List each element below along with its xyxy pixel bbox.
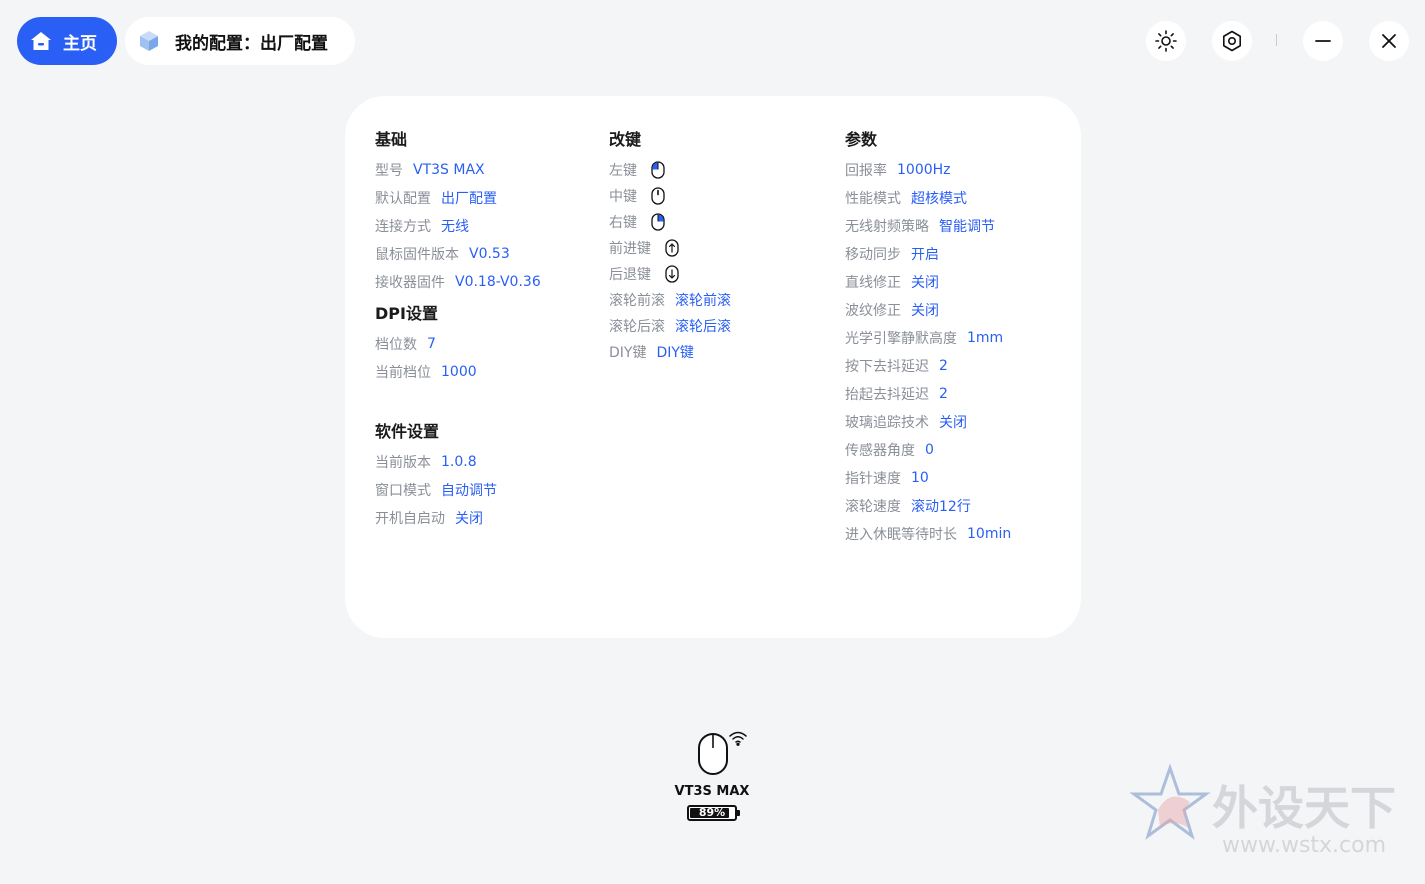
mouse-right-icon: [651, 213, 665, 231]
settings-button[interactable]: [1212, 21, 1252, 61]
software-row-version: 当前版本 1.0.8: [375, 454, 477, 471]
theme-button[interactable]: [1146, 21, 1186, 61]
param-row-glass-tracking: 玻璃追踪技术 关闭: [845, 415, 967, 431]
config-selector[interactable]: 我的配置：出厂配置: [125, 17, 355, 65]
device-status[interactable]: VT3S MAX 89%: [662, 728, 762, 828]
param-row-angle-snapping: 直线修正 关闭: [845, 275, 939, 291]
battery-cap: [737, 810, 740, 816]
param-row-press-debounce: 按下去抖延迟 2: [845, 358, 948, 375]
watermark-logo: 外设天下 www.wstx.com: [1130, 763, 1396, 858]
device-name: VT3S MAX: [674, 784, 750, 799]
svg-text:外设天下: 外设天下: [1212, 781, 1396, 835]
mouse-forward-icon: [665, 239, 679, 257]
param-row-sleep-timeout: 进入休眠等待时长 10min: [845, 526, 1012, 543]
key-row-left: 左键: [609, 160, 665, 180]
home-icon: [31, 32, 51, 50]
basic-title: 基础: [375, 130, 408, 149]
dpi-row-current: 当前档位 1000: [375, 364, 477, 381]
param-row-lift-off: 光学引擎静默高度 1mm: [845, 330, 1004, 347]
software-row-window-mode: 窗口模式 自动调节: [375, 483, 497, 499]
key-row-middle: 中键: [609, 186, 665, 206]
param-row-rf-strategy: 无线射频策略 智能调节: [845, 219, 995, 235]
mouse-device-icon: [698, 733, 728, 775]
param-row-motion-sync: 移动同步 开启: [845, 247, 939, 263]
cube-icon: [140, 31, 158, 51]
software-row-autostart: 开机自启动 关闭: [375, 511, 483, 527]
param-row-pointer-speed: 指针速度 10: [845, 470, 929, 487]
basic-row-default-config: 默认配置 出厂配置: [375, 191, 497, 207]
home-button[interactable]: 主页: [17, 17, 117, 65]
close-button[interactable]: [1369, 21, 1409, 61]
key-row-back: 后退键: [609, 264, 679, 284]
key-row-diy: DIY键 DIY键: [609, 345, 694, 361]
battery-percent: 89%: [698, 806, 726, 819]
battery-indicator: 89%: [687, 805, 737, 821]
wireless-signal-icon: [729, 731, 747, 746]
param-row-polling-rate: 回报率 1000Hz: [845, 162, 951, 179]
header-divider: [1276, 34, 1277, 46]
params-title: 参数: [845, 130, 878, 149]
mouse-back-icon: [665, 265, 679, 283]
mouse-left-icon: [651, 161, 665, 179]
summary-card: 基础 型号 VT3S MAX 默认配置 出厂配置 连接方式 无线 鼠标固件版本 V0.5…: [345, 96, 1081, 638]
minimize-button[interactable]: [1303, 21, 1343, 61]
gear-icon: [1223, 30, 1241, 52]
svg-text:www.wstx.com: www.wstx.com: [1222, 833, 1386, 858]
sun-icon: [1155, 30, 1177, 52]
param-row-release-debounce: 抬起去抖延迟 2: [845, 386, 948, 403]
basic-row-connection: 连接方式 无线: [375, 219, 469, 235]
software-title: 软件设置: [375, 422, 440, 441]
key-row-right: 右键: [609, 212, 665, 232]
minimize-icon: [1315, 40, 1331, 42]
param-row-sensor-angle: 传感器角度 0: [845, 442, 934, 459]
param-row-ripple-control: 波纹修正 关闭: [845, 303, 939, 319]
key-row-wheel-forward: 滚轮前滚 滚轮前滚: [609, 293, 731, 309]
mouse-middle-icon: [651, 187, 665, 205]
key-row-forward: 前进键: [609, 238, 679, 258]
param-row-performance-mode: 性能模式 超核模式: [845, 191, 967, 207]
close-icon: [1382, 34, 1396, 48]
param-row-scroll-speed: 滚轮速度 滚动12行: [845, 499, 971, 515]
dpi-title: DPI设置: [375, 304, 438, 323]
keys-title: 改键: [609, 130, 642, 149]
key-row-wheel-back: 滚轮后滚 滚轮后滚: [609, 319, 731, 335]
basic-row-model: 型号 VT3S MAX: [375, 162, 485, 179]
basic-row-receiver-firmware: 接收器固件 V0.18-V0.36: [375, 274, 541, 291]
config-title: 我的配置：出厂配置: [175, 33, 328, 54]
home-label: 主页: [63, 33, 97, 54]
dpi-row-levels: 档位数 7: [375, 336, 436, 353]
basic-row-mouse-firmware: 鼠标固件版本 V0.53: [375, 246, 510, 263]
